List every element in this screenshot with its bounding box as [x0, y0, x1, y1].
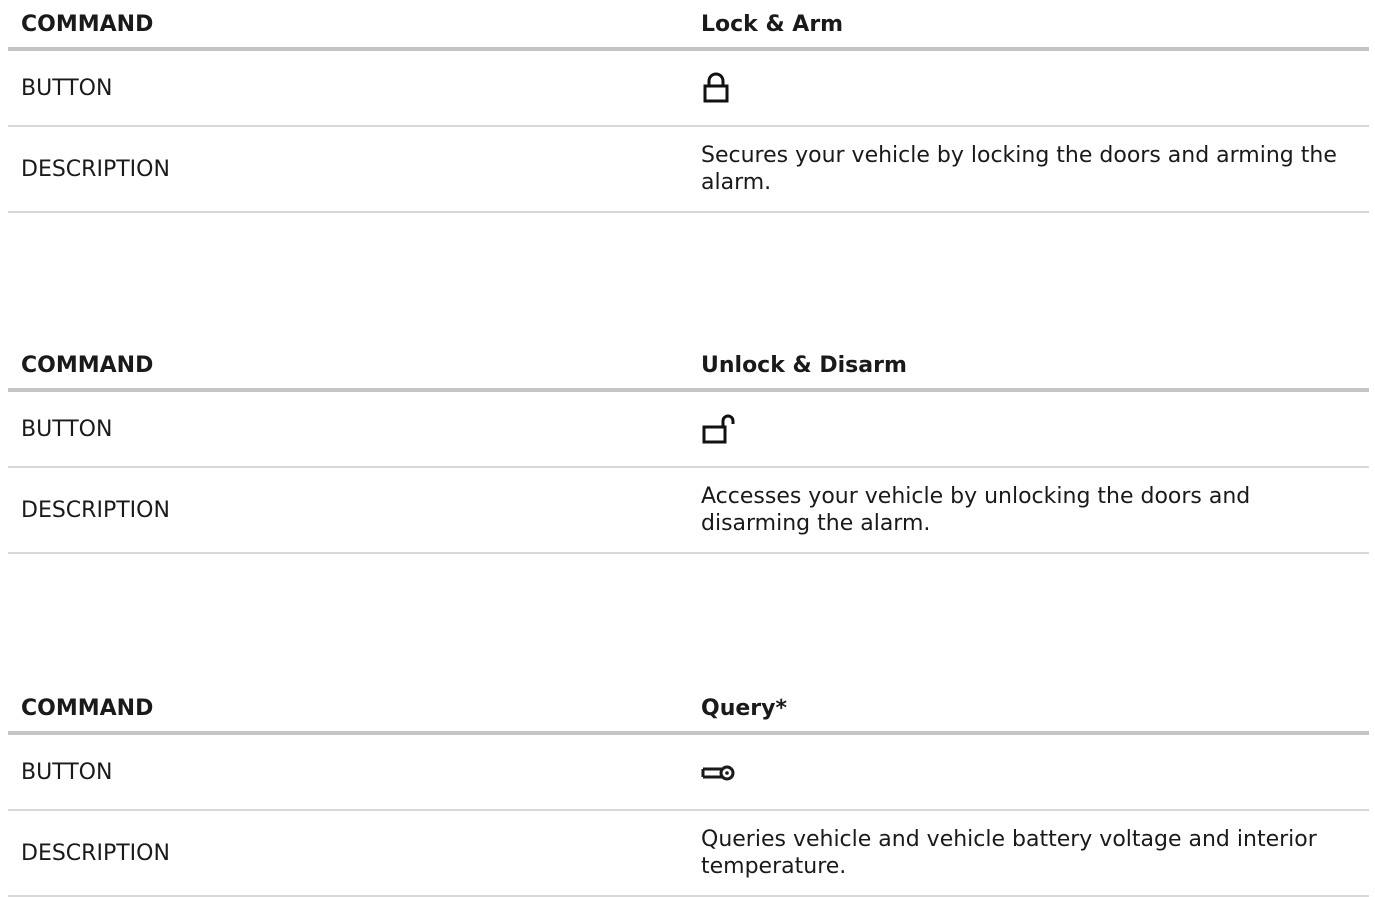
table-row-description: DESCRIPTION Queries vehicle and vehicle … [8, 810, 1369, 897]
table-row-description: DESCRIPTION Secures your vehicle by lock… [8, 126, 1369, 213]
command-name: Query* [688, 684, 1369, 735]
table-row-button: BUTTON [8, 733, 1369, 811]
command-table-query: COMMAND Query* BUTTON DESCRIPTION Querie… [8, 684, 1369, 897]
key-icon [701, 765, 735, 780]
table-row-description: DESCRIPTION Accesses your vehicle by unl… [8, 467, 1369, 554]
button-label: BUTTON [8, 733, 688, 811]
button-icon-cell [688, 733, 1369, 811]
description-text: Accesses your vehicle by unlocking the d… [688, 467, 1369, 554]
description-label: DESCRIPTION [8, 810, 688, 897]
description-label: DESCRIPTION [8, 126, 688, 213]
command-header-label: COMMAND [8, 0, 688, 51]
table-row-button: BUTTON [8, 49, 1369, 127]
command-name: Unlock & Disarm [688, 341, 1369, 392]
button-label: BUTTON [8, 390, 688, 468]
description-label: DESCRIPTION [8, 467, 688, 554]
command-table-unlock-disarm: COMMAND Unlock & Disarm BUTTON DESCRIPTI… [8, 341, 1369, 554]
command-name: Lock & Arm [688, 0, 1369, 51]
table-row-button: BUTTON [8, 390, 1369, 468]
table-header-row: COMMAND Unlock & Disarm [8, 341, 1369, 392]
description-text: Secures your vehicle by locking the door… [688, 126, 1369, 213]
command-header-label: COMMAND [8, 684, 688, 735]
button-label: BUTTON [8, 49, 688, 127]
command-table-lock-arm: COMMAND Lock & Arm BUTTON DESCRIPTION Se… [8, 0, 1369, 213]
table-header-row: COMMAND Query* [8, 684, 1369, 735]
lock-closed-icon [703, 72, 729, 103]
table-header-row: COMMAND Lock & Arm [8, 0, 1369, 51]
lock-open-icon [702, 414, 735, 444]
description-text: Queries vehicle and vehicle battery volt… [688, 810, 1369, 897]
button-icon-cell [688, 49, 1369, 127]
command-header-label: COMMAND [8, 341, 688, 392]
button-icon-cell [688, 390, 1369, 468]
